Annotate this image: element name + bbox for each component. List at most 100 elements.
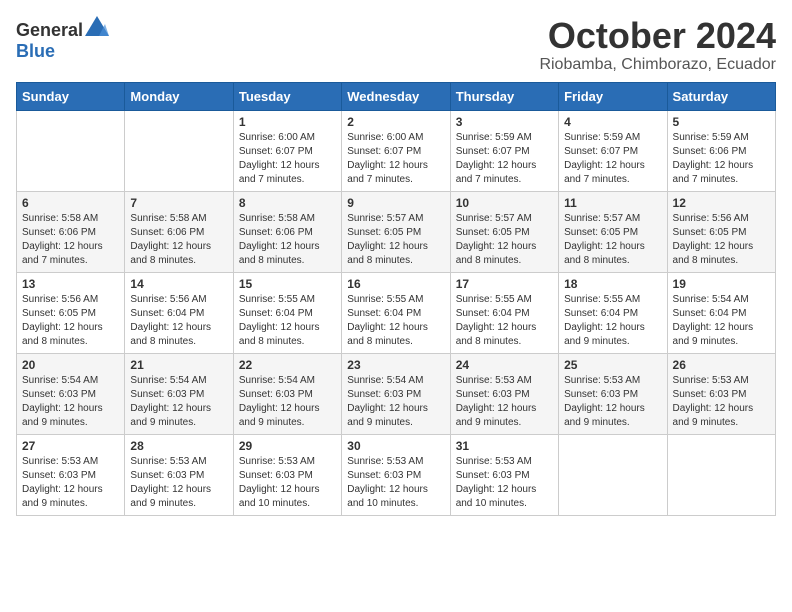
calendar-cell: 6Sunrise: 5:58 AM Sunset: 6:06 PM Daylig… — [17, 191, 125, 272]
day-number: 8 — [239, 196, 336, 210]
logo-general: General — [16, 20, 83, 40]
calendar-cell — [559, 434, 667, 515]
day-info: Sunrise: 5:57 AM Sunset: 6:05 PM Dayligh… — [456, 212, 553, 268]
day-info: Sunrise: 5:53 AM Sunset: 6:03 PM Dayligh… — [564, 374, 661, 430]
day-number: 7 — [130, 196, 227, 210]
calendar-week-3: 20 Sunrise: 5:54 AM Sunset: 6:03 PM Dayli… — [17, 353, 776, 434]
logo-blue: Blue — [16, 41, 55, 61]
calendar-cell: 25 Sunrise: 5:53 AM Sunset: 6:03 PM Dayli… — [559, 353, 667, 434]
day-info: Sunrise: 5:55 AM Sunset: 6:04 PM Dayligh… — [239, 293, 336, 349]
calendar-cell: 11 Sunrise: 5:57 AM Sunset: 6:05 PM Dayli… — [559, 191, 667, 272]
day-info: Sunrise: 6:00 AM Sunset: 6:07 PM Dayligh… — [239, 131, 336, 187]
day-number: 1 — [239, 115, 336, 129]
page-header: General Blue October 2024 Riobamba, Chim… — [16, 16, 776, 74]
day-info: Sunrise: 5:54 AM Sunset: 6:04 PM Dayligh… — [673, 293, 770, 349]
day-number: 4 — [564, 115, 661, 129]
day-number: 22 — [239, 358, 336, 372]
day-number: 5 — [673, 115, 770, 129]
calendar-cell: 1 Sunrise: 6:00 AM Sunset: 6:07 PM Daylig… — [233, 110, 341, 191]
calendar-cell: 9 Sunrise: 5:57 AM Sunset: 6:05 PM Daylig… — [342, 191, 450, 272]
day-info: Sunrise: 6:00 AM Sunset: 6:07 PM Dayligh… — [347, 131, 444, 187]
day-info: Sunrise: 5:53 AM Sunset: 6:03 PM Dayligh… — [673, 374, 770, 430]
calendar-cell: 13 Sunrise: 5:56 AM Sunset: 6:05 PM Dayli… — [17, 272, 125, 353]
day-info: Sunrise: 5:55 AM Sunset: 6:04 PM Dayligh… — [564, 293, 661, 349]
calendar-cell: 27 Sunrise: 5:53 AM Sunset: 6:03 PM Dayli… — [17, 434, 125, 515]
calendar-cell: 3 Sunrise: 5:59 AM Sunset: 6:07 PM Daylig… — [450, 110, 558, 191]
calendar-cell: 29 Sunrise: 5:53 AM Sunset: 6:03 PM Dayli… — [233, 434, 341, 515]
header-thursday: Thursday — [450, 82, 558, 110]
day-number: 6 — [22, 196, 119, 210]
day-number: 27 — [22, 439, 119, 453]
day-number: 28 — [130, 439, 227, 453]
day-info: Sunrise: 5:56 AM Sunset: 6:05 PM Dayligh… — [22, 293, 119, 349]
day-info: Sunrise: 5:57 AM Sunset: 6:05 PM Dayligh… — [564, 212, 661, 268]
calendar-cell: 26 Sunrise: 5:53 AM Sunset: 6:03 PM Dayli… — [667, 353, 775, 434]
calendar-week-2: 13 Sunrise: 5:56 AM Sunset: 6:05 PM Dayli… — [17, 272, 776, 353]
calendar-cell — [125, 110, 233, 191]
day-number: 23 — [347, 358, 444, 372]
day-info: Sunrise: 5:57 AM Sunset: 6:05 PM Dayligh… — [347, 212, 444, 268]
calendar-cell — [17, 110, 125, 191]
day-number: 3 — [456, 115, 553, 129]
calendar-cell: 23Sunrise: 5:54 AM Sunset: 6:03 PM Dayli… — [342, 353, 450, 434]
calendar-table: Sunday Monday Tuesday Wednesday Thursday… — [16, 82, 776, 516]
day-info: Sunrise: 5:53 AM Sunset: 6:03 PM Dayligh… — [22, 455, 119, 511]
day-info: Sunrise: 5:59 AM Sunset: 6:07 PM Dayligh… — [456, 131, 553, 187]
title-section: October 2024 Riobamba, Chimborazo, Ecuad… — [539, 16, 776, 74]
day-info: Sunrise: 5:53 AM Sunset: 6:03 PM Dayligh… — [239, 455, 336, 511]
calendar-cell: 22 Sunrise: 5:54 AM Sunset: 6:03 PM Dayli… — [233, 353, 341, 434]
day-info: Sunrise: 5:55 AM Sunset: 6:04 PM Dayligh… — [456, 293, 553, 349]
day-number: 29 — [239, 439, 336, 453]
location-title: Riobamba, Chimborazo, Ecuador — [539, 56, 776, 74]
day-number: 26 — [673, 358, 770, 372]
day-number: 20 — [22, 358, 119, 372]
day-number: 16 — [347, 277, 444, 291]
calendar-cell: 15Sunrise: 5:55 AM Sunset: 6:04 PM Dayli… — [233, 272, 341, 353]
day-info: Sunrise: 5:59 AM Sunset: 6:06 PM Dayligh… — [673, 131, 770, 187]
day-number: 25 — [564, 358, 661, 372]
calendar-cell: 17 Sunrise: 5:55 AM Sunset: 6:04 PM Dayli… — [450, 272, 558, 353]
calendar-cell: 18 Sunrise: 5:55 AM Sunset: 6:04 PM Dayli… — [559, 272, 667, 353]
day-info: Sunrise: 5:58 AM Sunset: 6:06 PM Dayligh… — [239, 212, 336, 268]
day-info: Sunrise: 5:53 AM Sunset: 6:03 PM Dayligh… — [347, 455, 444, 511]
header-sunday: Sunday — [17, 82, 125, 110]
logo-icon — [85, 16, 109, 36]
day-info: Sunrise: 5:56 AM Sunset: 6:05 PM Dayligh… — [673, 212, 770, 268]
day-number: 19 — [673, 277, 770, 291]
day-info: Sunrise: 5:53 AM Sunset: 6:03 PM Dayligh… — [456, 455, 553, 511]
header-saturday: Saturday — [667, 82, 775, 110]
day-number: 12 — [673, 196, 770, 210]
day-number: 30 — [347, 439, 444, 453]
calendar-cell: 7 Sunrise: 5:58 AM Sunset: 6:06 PM Daylig… — [125, 191, 233, 272]
day-info: Sunrise: 5:53 AM Sunset: 6:03 PM Dayligh… — [130, 455, 227, 511]
calendar-cell: 24 Sunrise: 5:53 AM Sunset: 6:03 PM Dayli… — [450, 353, 558, 434]
day-number: 9 — [347, 196, 444, 210]
calendar-cell: 4Sunrise: 5:59 AM Sunset: 6:07 PM Daylig… — [559, 110, 667, 191]
day-info: Sunrise: 5:56 AM Sunset: 6:04 PM Dayligh… — [130, 293, 227, 349]
calendar-week-4: 27 Sunrise: 5:53 AM Sunset: 6:03 PM Dayli… — [17, 434, 776, 515]
month-title: October 2024 — [539, 16, 776, 56]
day-info: Sunrise: 5:58 AM Sunset: 6:06 PM Dayligh… — [130, 212, 227, 268]
day-number: 21 — [130, 358, 227, 372]
day-number: 17 — [456, 277, 553, 291]
day-number: 11 — [564, 196, 661, 210]
calendar-header-row: Sunday Monday Tuesday Wednesday Thursday… — [17, 82, 776, 110]
day-info: Sunrise: 5:54 AM Sunset: 6:03 PM Dayligh… — [130, 374, 227, 430]
day-number: 13 — [22, 277, 119, 291]
day-number: 18 — [564, 277, 661, 291]
header-monday: Monday — [125, 82, 233, 110]
day-number: 24 — [456, 358, 553, 372]
calendar-cell: 21 Sunrise: 5:54 AM Sunset: 6:03 PM Dayli… — [125, 353, 233, 434]
calendar-cell: 31 Sunrise: 5:53 AM Sunset: 6:03 PM Dayli… — [450, 434, 558, 515]
calendar-cell: 2Sunrise: 6:00 AM Sunset: 6:07 PM Daylig… — [342, 110, 450, 191]
calendar-week-1: 6 Sunrise: 5:58 AM Sunset: 6:06 PM Daylig… — [17, 191, 776, 272]
calendar-cell: 20Sunrise: 5:54 AM Sunset: 6:03 PM Dayli… — [17, 353, 125, 434]
header-wednesday: Wednesday — [342, 82, 450, 110]
day-number: 31 — [456, 439, 553, 453]
day-info: Sunrise: 5:53 AM Sunset: 6:03 PM Dayligh… — [456, 374, 553, 430]
logo-text: General Blue — [16, 16, 109, 62]
logo: General Blue — [16, 16, 109, 62]
day-number: 14 — [130, 277, 227, 291]
calendar-cell: 8 Sunrise: 5:58 AM Sunset: 6:06 PM Daylig… — [233, 191, 341, 272]
day-info: Sunrise: 5:54 AM Sunset: 6:03 PM Dayligh… — [239, 374, 336, 430]
